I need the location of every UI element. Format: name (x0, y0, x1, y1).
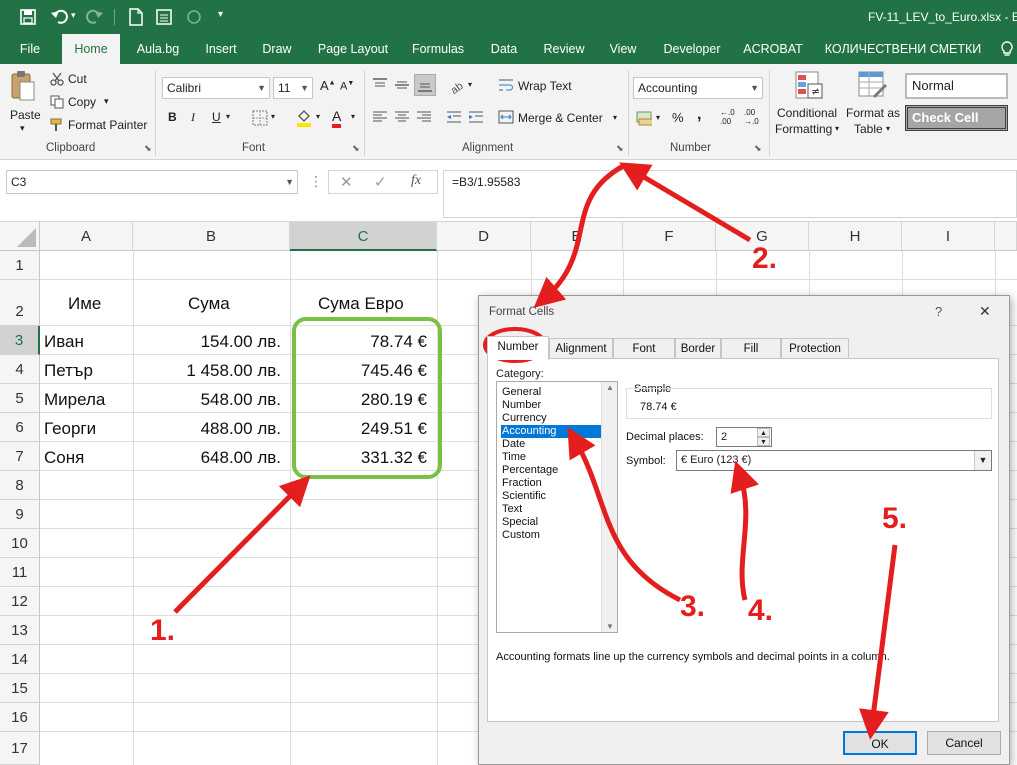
tab-number[interactable]: Number (487, 336, 549, 360)
annotation-5: 5. (882, 502, 908, 535)
annotation-1: 1. (150, 614, 176, 647)
arrow-2b (533, 162, 627, 308)
arrow-2a (619, 162, 752, 243)
annotation-overlay (173, 162, 898, 740)
annotation-2: 2. (752, 242, 778, 275)
annotation-3: 3. (680, 590, 706, 623)
arrow-1 (173, 475, 311, 614)
annotation-4: 4. (748, 594, 774, 627)
arrow-3 (567, 427, 682, 603)
arrow-5 (859, 544, 898, 740)
arrow-4 (730, 460, 759, 601)
